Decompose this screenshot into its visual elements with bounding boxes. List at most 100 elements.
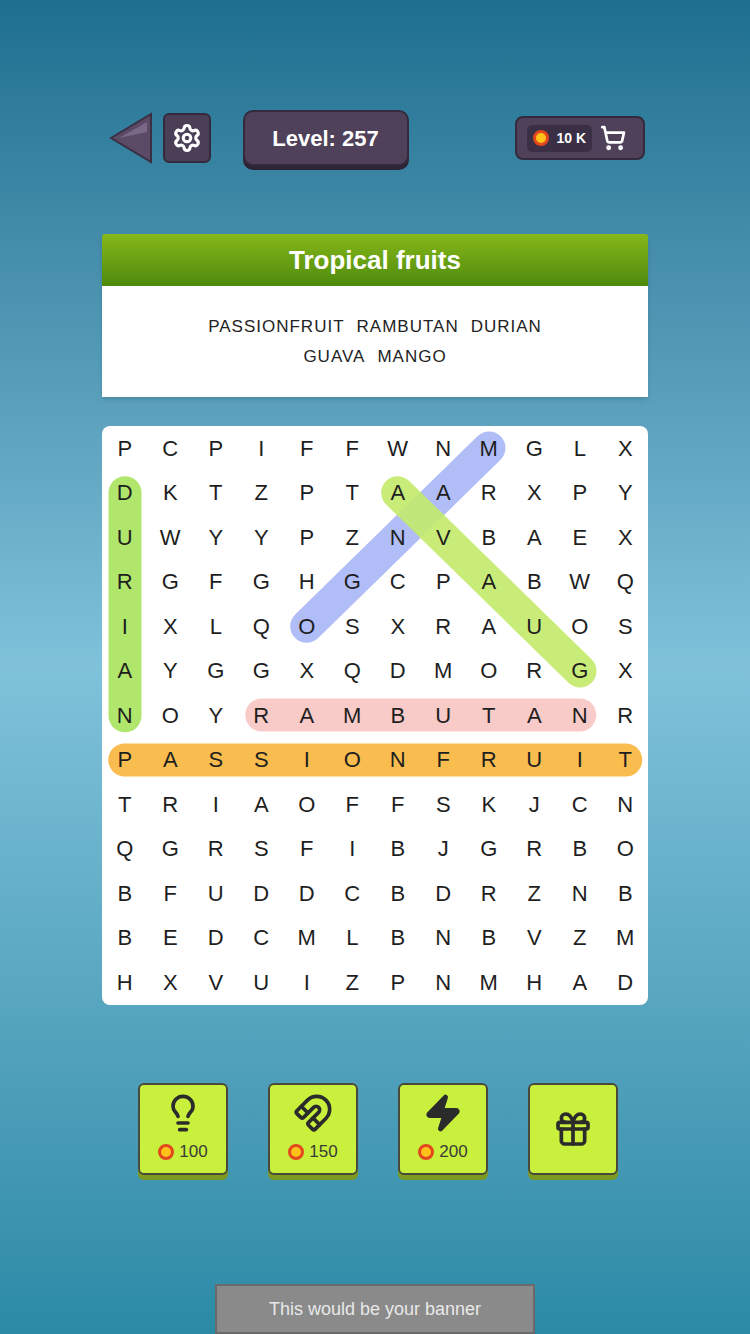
grid-cell[interactable]: Y: [239, 515, 285, 560]
grid-cell[interactable]: S: [239, 827, 285, 872]
grid-cell[interactable]: N: [421, 916, 467, 961]
grid-cell[interactable]: H: [102, 960, 148, 1005]
grid-cell[interactable]: R: [102, 560, 148, 605]
grid-cell[interactable]: I: [193, 782, 239, 827]
grid-cell[interactable]: M: [466, 426, 512, 471]
grid-cell[interactable]: S: [603, 604, 649, 649]
grid-cell[interactable]: S: [330, 604, 376, 649]
grid-cell[interactable]: T: [466, 693, 512, 738]
grid-cell[interactable]: P: [284, 515, 330, 560]
grid-cell[interactable]: A: [102, 649, 148, 694]
grid-cell[interactable]: R: [512, 827, 558, 872]
grid-cell[interactable]: N: [375, 738, 421, 783]
grid-cell[interactable]: A: [284, 693, 330, 738]
grid-cell[interactable]: T: [330, 471, 376, 516]
grid-cell[interactable]: G: [148, 827, 194, 872]
grid-cell[interactable]: A: [557, 960, 603, 1005]
grid-cell[interactable]: P: [102, 738, 148, 783]
grid-cell[interactable]: Z: [239, 471, 285, 516]
grid-cell[interactable]: I: [239, 426, 285, 471]
grid-cell[interactable]: N: [375, 515, 421, 560]
grid-cell[interactable]: M: [421, 649, 467, 694]
grid-cell[interactable]: E: [557, 515, 603, 560]
grid-cell[interactable]: B: [375, 827, 421, 872]
grid-cell[interactable]: R: [148, 782, 194, 827]
grid-cell[interactable]: O: [557, 604, 603, 649]
grid-cell[interactable]: F: [375, 782, 421, 827]
grid-cell[interactable]: Q: [239, 604, 285, 649]
grid-cell[interactable]: O: [603, 827, 649, 872]
grid-cell[interactable]: M: [330, 693, 376, 738]
grid-cell[interactable]: L: [330, 916, 376, 961]
grid-cell[interactable]: G: [239, 649, 285, 694]
grid-cell[interactable]: S: [193, 738, 239, 783]
grid-cell[interactable]: A: [466, 560, 512, 605]
grid-cell[interactable]: D: [603, 960, 649, 1005]
grid-cell[interactable]: Z: [330, 960, 376, 1005]
grid-cell[interactable]: F: [284, 426, 330, 471]
grid-cell[interactable]: X: [603, 515, 649, 560]
grid-cell[interactable]: Y: [193, 515, 239, 560]
grid-cell[interactable]: B: [557, 827, 603, 872]
grid-cell[interactable]: Q: [330, 649, 376, 694]
grid-cell[interactable]: C: [330, 871, 376, 916]
grid-cell[interactable]: G: [512, 426, 558, 471]
grid-cell[interactable]: B: [102, 916, 148, 961]
grid-cell[interactable]: G: [466, 827, 512, 872]
grid-cell[interactable]: A: [148, 738, 194, 783]
grid-cell[interactable]: E: [148, 916, 194, 961]
grid-cell[interactable]: R: [193, 827, 239, 872]
grid-cell[interactable]: G: [557, 649, 603, 694]
grid-cell[interactable]: J: [421, 827, 467, 872]
grid-cell[interactable]: O: [148, 693, 194, 738]
grid-cell[interactable]: I: [557, 738, 603, 783]
grid-cell[interactable]: C: [375, 560, 421, 605]
grid-cell[interactable]: P: [284, 471, 330, 516]
grid-cell[interactable]: F: [284, 827, 330, 872]
grid-cell[interactable]: P: [375, 960, 421, 1005]
grid-cell[interactable]: Q: [102, 827, 148, 872]
grid-cell[interactable]: O: [284, 782, 330, 827]
grid-cell[interactable]: F: [330, 426, 376, 471]
grid-cell[interactable]: R: [466, 738, 512, 783]
grid-cell[interactable]: V: [193, 960, 239, 1005]
letter-grid[interactable]: PCPIFFWNMGLXDKTZPTAARXPYUWYYPZNVBAEXRGFG…: [102, 426, 648, 1005]
grid-cell[interactable]: C: [239, 916, 285, 961]
grid-cell[interactable]: G: [148, 560, 194, 605]
grid-cell[interactable]: X: [603, 649, 649, 694]
hint-button[interactable]: 100: [138, 1083, 228, 1175]
grid-cell[interactable]: U: [193, 871, 239, 916]
grid-cell[interactable]: A: [421, 471, 467, 516]
grid-cell[interactable]: R: [512, 649, 558, 694]
grid-cell[interactable]: N: [421, 960, 467, 1005]
grid-cell[interactable]: J: [512, 782, 558, 827]
grid-cell[interactable]: Z: [330, 515, 376, 560]
grid-cell[interactable]: Y: [193, 693, 239, 738]
grid-cell[interactable]: F: [330, 782, 376, 827]
grid-cell[interactable]: A: [239, 782, 285, 827]
grid-cell[interactable]: Z: [557, 916, 603, 961]
grid-cell[interactable]: X: [375, 604, 421, 649]
grid-cell[interactable]: N: [557, 693, 603, 738]
grid-cell[interactable]: Y: [148, 649, 194, 694]
grid-cell[interactable]: U: [102, 515, 148, 560]
grid-cell[interactable]: S: [421, 782, 467, 827]
settings-button[interactable]: [163, 113, 211, 163]
grid-cell[interactable]: F: [148, 871, 194, 916]
grid-cell[interactable]: P: [421, 560, 467, 605]
grid-cell[interactable]: B: [102, 871, 148, 916]
grid-cell[interactable]: A: [466, 604, 512, 649]
grid-cell[interactable]: Z: [512, 871, 558, 916]
grid-cell[interactable]: N: [557, 871, 603, 916]
grid-cell[interactable]: D: [375, 649, 421, 694]
grid-cell[interactable]: G: [193, 649, 239, 694]
grid-cell[interactable]: N: [102, 693, 148, 738]
grid-cell[interactable]: L: [193, 604, 239, 649]
grid-cell[interactable]: W: [557, 560, 603, 605]
grid-cell[interactable]: Y: [603, 471, 649, 516]
grid-cell[interactable]: B: [466, 515, 512, 560]
grid-cell[interactable]: I: [330, 827, 376, 872]
grid-cell[interactable]: B: [375, 693, 421, 738]
grid-cell[interactable]: A: [512, 515, 558, 560]
coin-balance[interactable]: 10 K: [515, 116, 645, 160]
